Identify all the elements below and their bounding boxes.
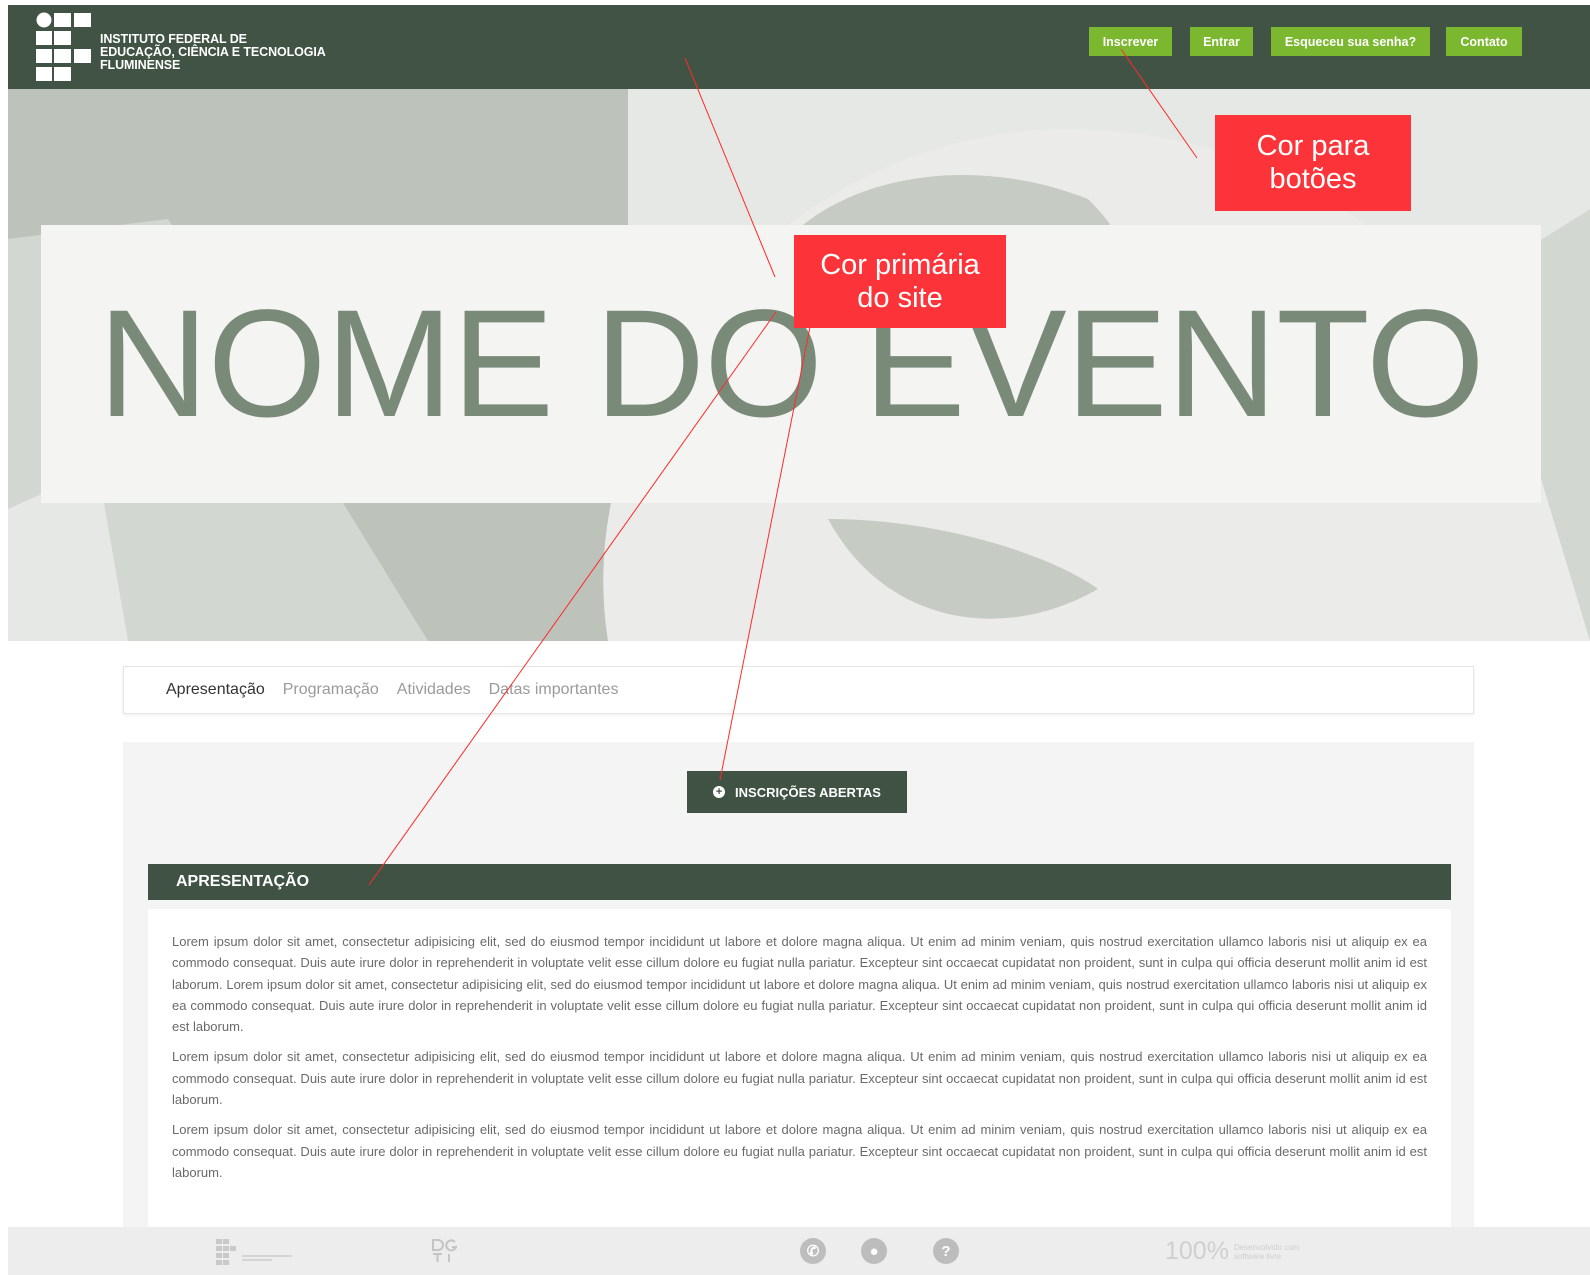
site-footer: ✆ ● ? 100% Desenvolvido com software liv… [8, 1227, 1590, 1275]
inscricoes-abertas-button[interactable]: + INSCRIÇÕES ABERTAS [687, 771, 907, 813]
plus-circle-icon: + [713, 786, 726, 798]
institute-logo-icon[interactable] [35, 12, 91, 82]
annotation-buttons-color: Cor para botões [1215, 115, 1411, 211]
software-livre-line1: Desenvolvido com [1233, 1242, 1300, 1252]
site-header: INSTITUTO FEDERAL DE EDUCAÇÃO, CIÊNCIA E… [8, 5, 1590, 89]
paragraph: Lorem ipsum dolor sit amet, consectetur … [172, 1122, 1427, 1180]
institute-name[interactable]: INSTITUTO FEDERAL DE EDUCAÇÃO, CIÊNCIA E… [100, 33, 326, 72]
main-content: + INSCRIÇÕES ABERTAS APRESENTAÇÃO Lorem … [123, 742, 1474, 1232]
section-header: APRESENTAÇÃO [148, 864, 1451, 900]
dgti-logo-icon[interactable] [431, 1239, 459, 1263]
tab-datas-importantes[interactable]: Datas importantes [489, 681, 619, 699]
tab-programacao[interactable]: Programação [283, 681, 379, 699]
annotation-primary-color: Cor primária do site [794, 235, 1006, 328]
section-title: APRESENTAÇÃO [176, 873, 310, 890]
paragraph: Lorem ipsum dolor sit amet, consectetur … [172, 1049, 1427, 1108]
help-icon[interactable]: ? [933, 1238, 959, 1264]
paragraph: Lorem ipsum dolor sit amet, consectetur … [172, 934, 1427, 1035]
map-pin-icon[interactable]: ● [861, 1238, 887, 1264]
contato-button[interactable]: Contato [1446, 27, 1522, 56]
event-tabs: Apresentação Programação Atividades Data… [123, 666, 1474, 714]
software-livre-percent: 100% [1165, 1237, 1229, 1265]
inscrever-button[interactable]: Inscrever [1089, 27, 1172, 56]
software-livre-line2: software livre [1233, 1251, 1282, 1261]
institute-name-line3: FLUMINENSE [100, 58, 181, 72]
forgot-password-button[interactable]: Esqueceu sua senha? [1271, 27, 1430, 56]
ifluminense-logo-icon[interactable] [216, 1239, 298, 1265]
software-livre-text: Desenvolvido com software livre [1234, 1243, 1299, 1261]
tab-atividades[interactable]: Atividades [397, 681, 471, 699]
software-livre-badge[interactable]: 100% Desenvolvido com software livre [1165, 1237, 1299, 1266]
phone-icon[interactable]: ✆ [800, 1238, 826, 1264]
tab-apresentacao[interactable]: Apresentação [166, 681, 265, 699]
event-title: NOME DO EVENTO [98, 278, 1485, 449]
section-body: Lorem ipsum dolor sit amet, consectetur … [148, 909, 1451, 1232]
entrar-button[interactable]: Entrar [1190, 27, 1253, 56]
inscricoes-abertas-label: INSCRIÇÕES ABERTAS [735, 784, 881, 800]
